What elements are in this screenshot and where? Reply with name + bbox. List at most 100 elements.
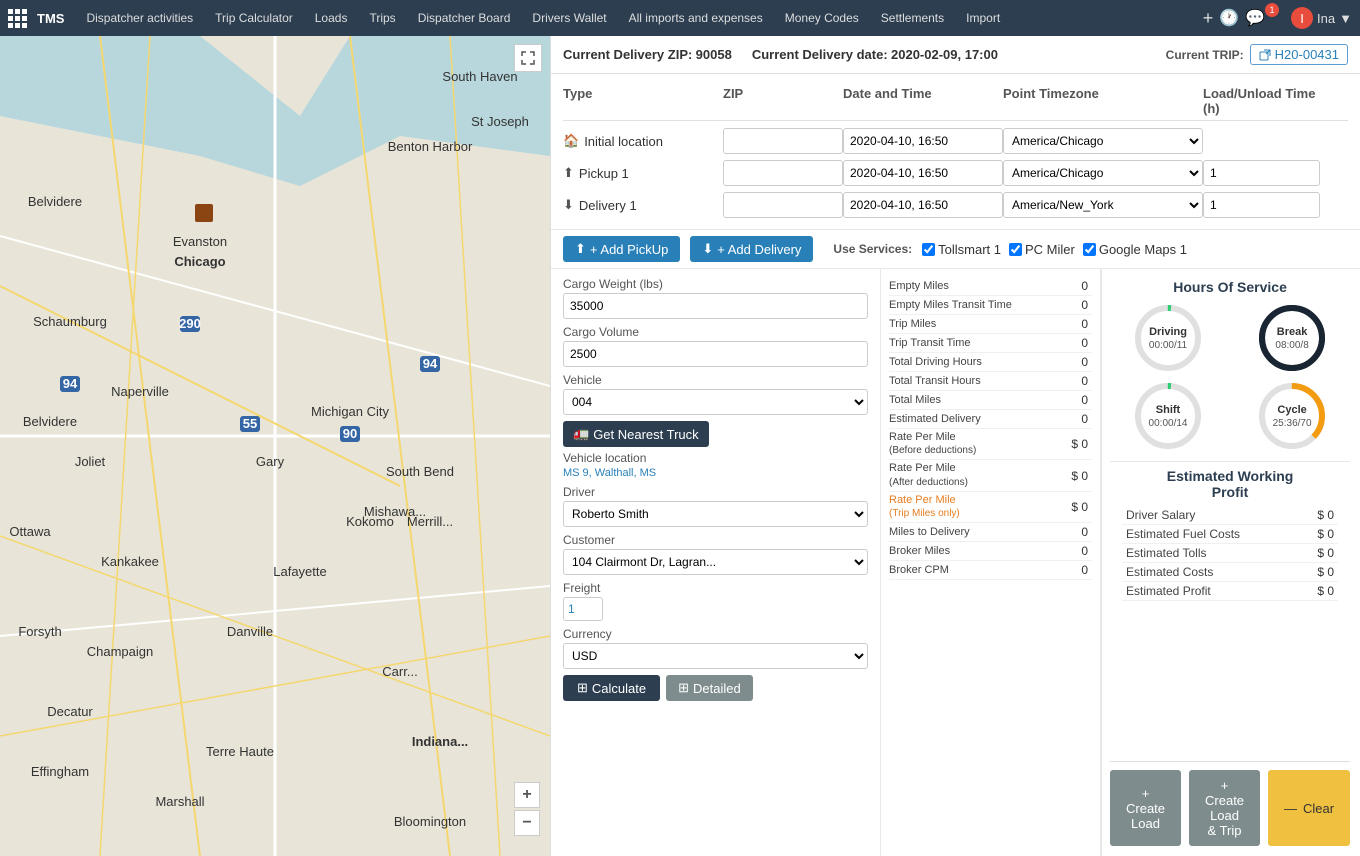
svg-text:Forsyth: Forsyth: [18, 624, 61, 639]
cargo-weight-label: Cargo Weight (lbs): [563, 277, 868, 291]
currency-select[interactable]: USD: [563, 643, 868, 669]
nav-trip-calculator[interactable]: Trip Calculator: [205, 0, 303, 36]
stat-empty-miles: Empty Miles 0: [889, 277, 1092, 296]
freight-input[interactable]: [563, 597, 603, 621]
stat-rate-before-val: $ 0: [1032, 437, 1092, 451]
initial-location-timezone[interactable]: America/Chicago: [1003, 128, 1203, 154]
svg-text:Indiana...: Indiana...: [412, 734, 468, 749]
calculate-button[interactable]: ⊞ Calculate: [563, 675, 660, 701]
delivery1-load-unload[interactable]: [1203, 192, 1320, 218]
nav-settlements[interactable]: Settlements: [871, 0, 954, 36]
driver-salary-name: Driver Salary: [1126, 508, 1195, 522]
stat-rate-after-val: $ 0: [1032, 469, 1092, 483]
form-row-delivery1: ⬇ Delivery 1 America/New_York: [563, 189, 1348, 221]
truck-icon: 🚛: [573, 426, 589, 442]
svg-text:Michigan City: Michigan City: [311, 404, 390, 419]
add-pickup-button[interactable]: ⬆ + Add PickUp: [563, 236, 680, 262]
nav-trips[interactable]: Trips: [359, 0, 405, 36]
stat-empty-miles-transit-val: 0: [1032, 298, 1092, 312]
user-menu[interactable]: I Ina ▼: [1291, 7, 1352, 29]
profit-costs: Estimated Costs $ 0: [1122, 563, 1338, 582]
stat-rate-before-name: Rate Per Mile(Before deductions): [889, 431, 1032, 457]
add-delivery-icon: ⬇: [702, 241, 713, 257]
col-point-tz: Point Timezone: [1003, 86, 1203, 116]
delivery1-datetime[interactable]: [843, 192, 1003, 218]
tollsmart-input[interactable]: [922, 243, 935, 256]
stat-broker-cpm: Broker CPM 0: [889, 561, 1092, 580]
currency-group: Currency USD: [563, 627, 868, 669]
zoom-out-button[interactable]: −: [514, 810, 540, 836]
pickup1-zip[interactable]: [723, 160, 843, 186]
customer-select[interactable]: 104 Clairmont Dr, Lagran...: [563, 549, 868, 575]
nav-imports-expenses[interactable]: All imports and expenses: [619, 0, 773, 36]
svg-text:Ottawa: Ottawa: [9, 524, 51, 539]
cargo-weight-input[interactable]: [563, 293, 868, 319]
stat-broker-miles: Broker Miles 0: [889, 542, 1092, 561]
add-pickup-icon: ⬆: [575, 241, 586, 257]
nav-import[interactable]: Import: [956, 0, 1010, 36]
add-delivery-button[interactable]: ⬇ + Add Delivery: [690, 236, 813, 262]
detailed-button[interactable]: ⊞ Detailed: [666, 675, 753, 701]
nav-drivers-wallet[interactable]: Drivers Wallet: [522, 0, 616, 36]
vehicle-select[interactable]: 004: [563, 389, 868, 415]
svg-text:Naperville: Naperville: [111, 384, 169, 399]
col-zip: ZIP: [723, 86, 843, 116]
delivery1-zip[interactable]: [723, 192, 843, 218]
map-area: 94 290 55 90 94 Chicago Schaumburg Evans…: [0, 36, 550, 856]
svg-text:Evanston: Evanston: [173, 234, 227, 249]
create-load-trip-button[interactable]: + Create Load & Trip: [1189, 770, 1260, 846]
current-trip-section: Current TRIP: H20-00431: [1166, 44, 1348, 65]
svg-text:Lafayette: Lafayette: [273, 564, 327, 579]
services-label: Use Services:: [833, 242, 912, 256]
zoom-in-button[interactable]: +: [514, 782, 540, 808]
form-row-initial: 🏠 Initial location America/Chicago: [563, 125, 1348, 157]
calculate-label: Calculate: [592, 681, 646, 696]
left-fields: Cargo Weight (lbs) Cargo Volume Vehicle …: [551, 269, 881, 856]
vehicle-group: Vehicle 004: [563, 373, 868, 415]
estimated-costs-name: Estimated Costs: [1126, 565, 1213, 579]
map-expand-button[interactable]: [514, 44, 542, 72]
delivery-zip-info: Current Delivery ZIP: 90058: [563, 47, 732, 62]
svg-text:Belvidere: Belvidere: [23, 414, 77, 429]
profit-driver-salary: Driver Salary $ 0: [1122, 506, 1338, 525]
initial-location-zip[interactable]: [723, 128, 843, 154]
svg-text:Marshall: Marshall: [155, 794, 204, 809]
stat-trip-miles: Trip Miles 0: [889, 315, 1092, 334]
pickup1-timezone[interactable]: America/Chicago: [1003, 160, 1203, 186]
nearest-truck-button[interactable]: 🚛 Get Nearest Truck: [563, 421, 709, 447]
chat-icon[interactable]: 💬: [1245, 8, 1265, 28]
driver-select[interactable]: Roberto Smith: [563, 501, 868, 527]
delivery1-timezone[interactable]: America/New_York: [1003, 192, 1203, 218]
pcmiler-input[interactable]: [1009, 243, 1022, 256]
create-load-button[interactable]: + Create Load: [1110, 770, 1181, 846]
delivery-zip-value: 90058: [696, 47, 732, 62]
nav-money-codes[interactable]: Money Codes: [775, 0, 869, 36]
clock-icon[interactable]: 🕐: [1219, 8, 1239, 28]
nav-loads[interactable]: Loads: [305, 0, 358, 36]
detailed-icon: ⊞: [678, 680, 689, 696]
pickup1-load-unload[interactable]: [1203, 160, 1320, 186]
googlemaps-input[interactable]: [1083, 243, 1096, 256]
pickup1-text: Pickup 1: [579, 166, 629, 181]
pcmiler-checkbox[interactable]: PC Miler: [1009, 242, 1075, 257]
add-icon[interactable]: +: [1203, 8, 1214, 29]
trip-link[interactable]: H20-00431: [1250, 44, 1348, 65]
nav-dispatcher-activities[interactable]: Dispatcher activities: [76, 0, 203, 36]
clear-icon: —: [1284, 801, 1297, 816]
cargo-volume-label: Cargo Volume: [563, 325, 868, 339]
tollsmart-checkbox[interactable]: Tollsmart 1: [922, 242, 1001, 257]
services-checkboxes: Tollsmart 1 PC Miler Google Maps 1: [922, 242, 1187, 257]
stat-total-driving-hours: Total Driving Hours 0: [889, 353, 1092, 372]
googlemaps-checkbox[interactable]: Google Maps 1: [1083, 242, 1187, 257]
stat-trip-miles-val: 0: [1032, 317, 1092, 331]
hos-driving: Driving 00:00/11: [1133, 303, 1203, 373]
cargo-volume-input[interactable]: [563, 341, 868, 367]
clear-button[interactable]: — Clear: [1268, 770, 1350, 846]
nav-dispatcher-board[interactable]: Dispatcher Board: [408, 0, 521, 36]
customer-label: Customer: [563, 533, 868, 547]
initial-location-datetime[interactable]: [843, 128, 1003, 154]
hos-driving-circle: Driving 00:00/11: [1133, 303, 1203, 373]
stat-rate-trip-val: $ 0: [1032, 500, 1092, 514]
pickup1-datetime[interactable]: [843, 160, 1003, 186]
form-row-pickup1: ⬆ Pickup 1 America/Chicago: [563, 157, 1348, 189]
